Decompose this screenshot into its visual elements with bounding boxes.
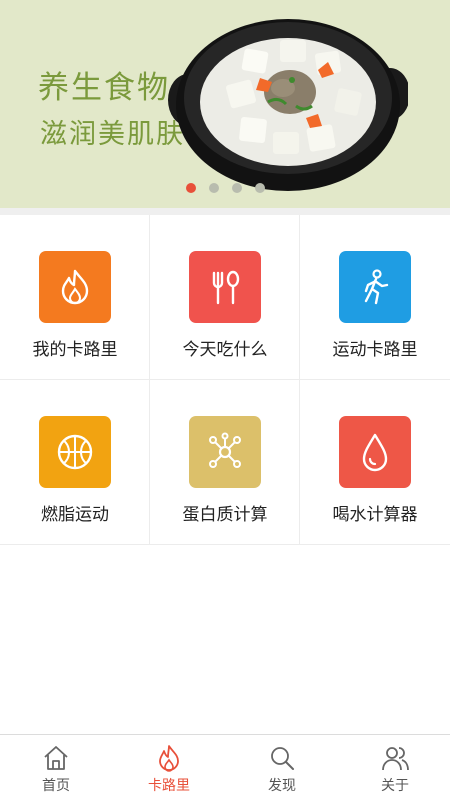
banner-subtitle: 滋润美肌肤 xyxy=(40,119,185,150)
flame-icon xyxy=(159,745,179,772)
walking-icon xyxy=(339,251,411,323)
tab-discover[interactable]: 发现 xyxy=(226,735,338,800)
grid-item-label: 喝水计算器 xyxy=(332,505,418,525)
search-icon xyxy=(271,747,294,770)
basketball-icon xyxy=(39,416,111,488)
fork-spoon-icon xyxy=(189,251,261,323)
tab-home[interactable]: 首页 xyxy=(0,735,112,800)
grid-item-label: 今天吃什么 xyxy=(182,340,268,360)
flame-icon xyxy=(39,251,111,323)
carousel-indicator xyxy=(0,183,450,193)
tab-calories[interactable]: 卡路里 xyxy=(113,735,225,800)
tab-about[interactable]: 关于 xyxy=(339,735,450,800)
grid-item-label: 我的卡路里 xyxy=(32,340,118,360)
grid-item-label: 运动卡路里 xyxy=(332,340,418,360)
feature-grid: 我的卡路里 今天吃什么 运动卡路里 燃脂运动 蛋白质计算 喝水计算器 xyxy=(0,215,450,546)
grid-item-my-calories[interactable]: 我的卡路里 xyxy=(0,215,150,380)
carousel-dot[interactable] xyxy=(186,183,196,193)
banner-carousel[interactable]: 养生食物 滋润美肌肤 xyxy=(0,0,450,208)
grid-item-fat-burning[interactable]: 燃脂运动 xyxy=(0,380,150,545)
tab-label: 发现 xyxy=(268,778,296,794)
bottom-tab-bar: 首页 卡路里 发现 关于 xyxy=(0,734,450,800)
carousel-dot[interactable] xyxy=(232,183,242,193)
home-icon xyxy=(44,746,68,770)
tab-label: 卡路里 xyxy=(148,778,190,794)
grid-item-water-calculator[interactable]: 喝水计算器 xyxy=(300,380,450,545)
grid-item-exercise-calories[interactable]: 运动卡路里 xyxy=(300,215,450,380)
divider xyxy=(0,208,450,215)
banner-title: 养生食物 xyxy=(38,70,170,106)
water-drop-icon xyxy=(339,416,411,488)
carousel-dot[interactable] xyxy=(209,183,219,193)
people-icon xyxy=(382,747,409,771)
carousel-dot[interactable] xyxy=(255,183,265,193)
tab-label: 关于 xyxy=(381,778,409,794)
molecule-icon xyxy=(189,416,261,488)
grid-item-protein-calculator[interactable]: 蛋白质计算 xyxy=(150,380,300,545)
grid-item-what-to-eat[interactable]: 今天吃什么 xyxy=(150,215,300,380)
tab-label: 首页 xyxy=(42,778,70,794)
grid-item-label: 蛋白质计算 xyxy=(182,505,268,525)
grid-item-label: 燃脂运动 xyxy=(41,505,109,525)
clay-pot-soup-image xyxy=(168,19,408,191)
